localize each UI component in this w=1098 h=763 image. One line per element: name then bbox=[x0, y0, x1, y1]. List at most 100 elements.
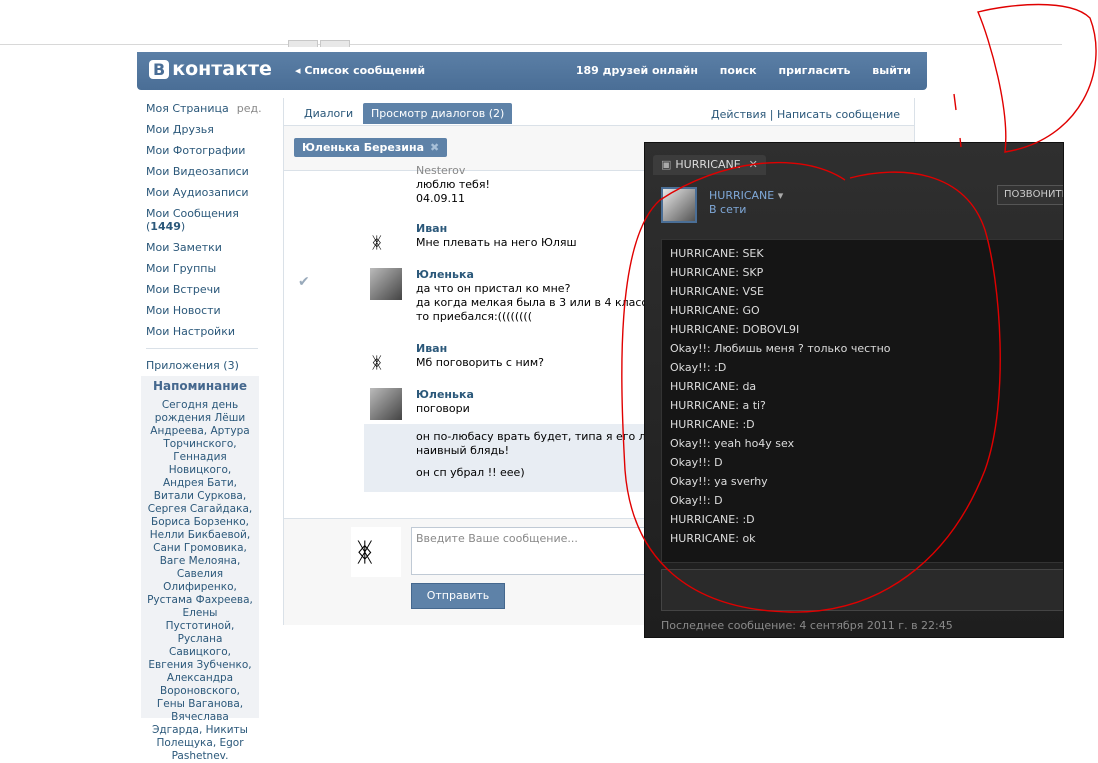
chat-sender[interactable]: Okay!! bbox=[670, 361, 707, 374]
chat-sender[interactable]: HURRICANE bbox=[670, 418, 735, 431]
browser-tab-edge[interactable] bbox=[288, 40, 318, 47]
site-header: Вконтакте ◂ Список сообщений 189 друзей … bbox=[137, 52, 927, 90]
chat-window[interactable]: ▣ HURRICANE ✕ HURRICANE ▾ В сети ПОЗВОНИТЬ… bbox=[644, 142, 1064, 638]
tab-actions: Действия | Написать сообщение bbox=[711, 108, 900, 121]
logout-link[interactable]: выйти bbox=[872, 64, 911, 77]
red-mark bbox=[953, 93, 957, 111]
chat-line: HURRICANE: da bbox=[670, 377, 1063, 396]
chat-text: : ok bbox=[735, 532, 756, 545]
chat-line: HURRICANE: ok bbox=[670, 529, 1063, 548]
header-nav: 189 друзей онлайн поиск пригласить выйти bbox=[558, 64, 911, 77]
chat-text: : :D bbox=[735, 418, 755, 431]
chat-text: : DOBOVL9I bbox=[735, 323, 800, 336]
birthday-reminder: Напоминание Сегодня день рождения Лёши А… bbox=[141, 376, 259, 762]
chevron-down-icon[interactable]: ▾ bbox=[778, 189, 784, 202]
browser-tab-edge[interactable] bbox=[320, 40, 350, 47]
chat-text: : SKP bbox=[735, 266, 764, 279]
chat-line: HURRICANE: SKP bbox=[670, 263, 1063, 282]
menu-friends[interactable]: Мои Друзья bbox=[146, 119, 266, 140]
message-input[interactable]: Введите Ваше сообщение... bbox=[411, 527, 651, 575]
vk-logo[interactable]: Вконтакте bbox=[149, 58, 272, 80]
chat-sender[interactable]: HURRICANE bbox=[670, 285, 735, 298]
chat-log[interactable]: HURRICANE: SEK HURRICANE: SKP HURRICANE: V… bbox=[661, 239, 1063, 563]
reminder-text[interactable]: Сегодня день рождения Лёши Андреева, Арт… bbox=[141, 399, 259, 763]
actions-link[interactable]: Действия bbox=[711, 108, 766, 121]
menu-messages[interactable]: Мои Сообщения (1449) bbox=[146, 203, 266, 237]
menu-photos[interactable]: Мои Фотографии bbox=[146, 140, 266, 161]
chat-line: HURRICANE: GO bbox=[670, 301, 1063, 320]
close-icon[interactable]: ✕ bbox=[749, 158, 758, 171]
chat-sender[interactable]: HURRICANE bbox=[670, 266, 735, 279]
back-to-messages-link[interactable]: ◂ Список сообщений bbox=[295, 64, 425, 77]
menu-apps[interactable]: Приложения (3) bbox=[146, 355, 266, 376]
dialog-tabs: Диалоги Просмотр диалогов (2) Действия |… bbox=[284, 98, 914, 126]
chat-sender[interactable]: Okay!! bbox=[670, 342, 707, 355]
friends-online-link[interactable]: 189 друзей онлайн bbox=[576, 64, 698, 77]
sender-name[interactable]: Юленька bbox=[416, 388, 474, 402]
chat-text: : ya sverhy bbox=[706, 475, 768, 488]
recipient-chip[interactable]: Юленька Березина ✖ bbox=[294, 138, 448, 157]
close-icon[interactable]: ✖ bbox=[430, 141, 439, 154]
menu-audio[interactable]: Мои Аудиозаписи bbox=[146, 182, 266, 203]
contact-name[interactable]: HURRICANE ▾ bbox=[709, 189, 783, 202]
sender-name[interactable]: Юленька bbox=[416, 268, 677, 282]
left-menu: Моя Страница ред. Мои Друзья Мои Фотограф… bbox=[146, 98, 266, 376]
tab-view-dialogs[interactable]: Просмотр диалогов (2) bbox=[363, 103, 513, 124]
chat-text: : :D bbox=[735, 513, 755, 526]
checkmark-icon[interactable]: ✔ bbox=[298, 274, 310, 290]
sender-name[interactable]: Иван bbox=[416, 342, 544, 356]
chat-line: HURRICANE: DOBOVL9I bbox=[670, 320, 1063, 339]
chat-sender[interactable]: HURRICANE bbox=[670, 513, 735, 526]
chat-text: : a ti? bbox=[735, 399, 766, 412]
edit-link[interactable]: ред. bbox=[237, 102, 262, 115]
search-link[interactable]: поиск bbox=[720, 64, 757, 77]
menu-settings[interactable]: Мои Настройки bbox=[146, 321, 266, 342]
chat-sender[interactable]: Okay!! bbox=[670, 437, 707, 450]
chat-text: : D bbox=[706, 456, 723, 469]
call-button[interactable]: ПОЗВОНИТЬ bbox=[997, 185, 1063, 205]
chat-line: HURRICANE: :D bbox=[670, 415, 1063, 434]
chat-tab[interactable]: ▣ HURRICANE ✕ bbox=[653, 155, 766, 175]
chat-sender[interactable]: HURRICANE bbox=[670, 304, 735, 317]
chat-line: Okay!!: Любишь меня ? только честно bbox=[670, 339, 1063, 358]
chat-sender[interactable]: HURRICANE bbox=[670, 380, 735, 393]
menu-my-page[interactable]: Моя Страница ред. bbox=[146, 98, 266, 119]
menu-events[interactable]: Мои Встречи bbox=[146, 279, 266, 300]
contact-avatar[interactable] bbox=[661, 187, 697, 223]
message: Иван Мб поговорить с ним? bbox=[416, 342, 544, 369]
chat-input[interactable] bbox=[661, 569, 1063, 611]
contact-status: В сети bbox=[709, 203, 747, 216]
chat-sender[interactable]: Okay!! bbox=[670, 456, 707, 469]
avatar[interactable]: ᛤ bbox=[370, 346, 402, 378]
chat-sender[interactable]: HURRICANE bbox=[670, 323, 735, 336]
menu-videos[interactable]: Мои Видеозаписи bbox=[146, 161, 266, 182]
chat-line: HURRICANE: :D bbox=[670, 510, 1063, 529]
chat-text: : D bbox=[706, 494, 723, 507]
menu-notes[interactable]: Мои Заметки bbox=[146, 237, 266, 258]
invite-link[interactable]: пригласить bbox=[778, 64, 850, 77]
avatar[interactable] bbox=[370, 268, 402, 300]
tab-dialogs[interactable]: Диалоги bbox=[296, 103, 361, 124]
svg-text:ᛤ: ᛤ bbox=[372, 353, 382, 372]
chat-line: HURRICANE: VSE bbox=[670, 282, 1063, 301]
chat-sender[interactable]: HURRICANE bbox=[670, 399, 735, 412]
menu-groups[interactable]: Мои Группы bbox=[146, 258, 266, 279]
avatar[interactable]: ᛤ bbox=[370, 226, 402, 258]
chat-sender[interactable]: Okay!! bbox=[670, 475, 707, 488]
message: он по-любасу врать будет, типа я его люб… bbox=[416, 430, 679, 479]
svg-text:ᛤ: ᛤ bbox=[372, 233, 382, 252]
send-button[interactable]: Отправить bbox=[411, 583, 505, 609]
write-message-link[interactable]: Написать сообщение bbox=[777, 108, 900, 121]
chat-sender[interactable]: HURRICANE bbox=[670, 247, 735, 260]
menu-news[interactable]: Мои Новости bbox=[146, 300, 266, 321]
avatar[interactable] bbox=[370, 388, 402, 420]
sender-name[interactable]: Иван bbox=[416, 222, 577, 236]
menu-divider bbox=[146, 348, 258, 349]
last-message-time: Последнее сообщение: 4 сентября 2011 г. … bbox=[661, 619, 953, 632]
message: Иван Мне плевать на него Юляш bbox=[416, 222, 577, 249]
chat-sender[interactable]: HURRICANE bbox=[670, 532, 735, 545]
chat-sender[interactable]: Okay!! bbox=[670, 494, 707, 507]
browser-toolbar-edge bbox=[0, 44, 1062, 51]
my-avatar[interactable]: ᛤ bbox=[351, 527, 401, 577]
chat-line: Okay!!: D bbox=[670, 491, 1063, 510]
